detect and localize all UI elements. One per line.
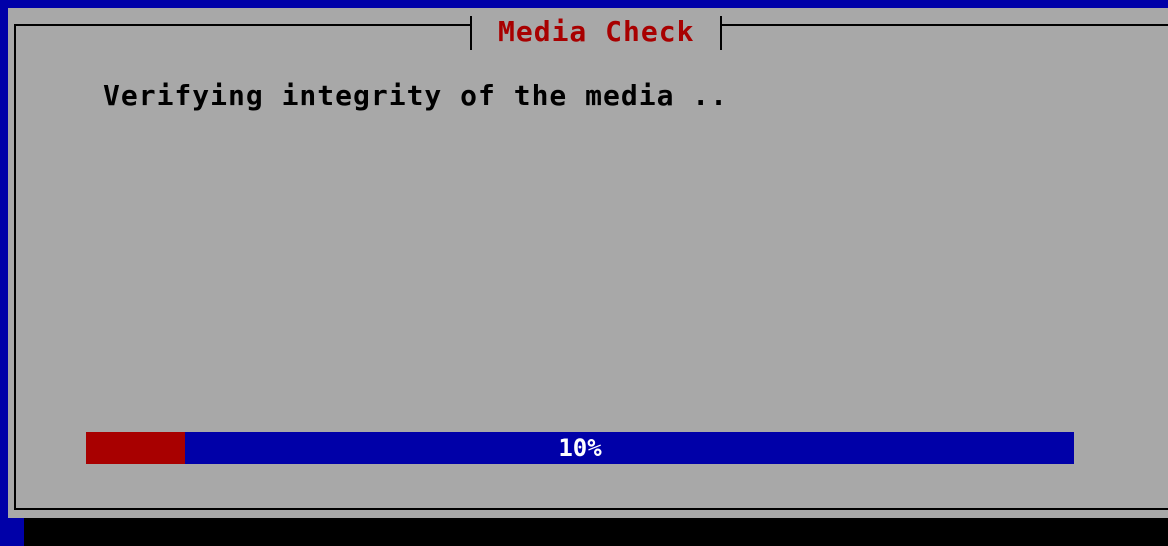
dialog-border-bottom [14, 508, 1168, 510]
progress-bar: 10% [86, 432, 1074, 464]
dialog-border-top-right [720, 24, 1168, 26]
progress-label: 10% [558, 434, 602, 462]
title-separator-left [470, 16, 472, 50]
dialog-border-left [14, 24, 16, 510]
media-check-dialog: Media Check Verifying integrity of the m… [8, 8, 1168, 518]
title-separator-right [720, 16, 722, 50]
status-message: Verifying integrity of the media .. [103, 79, 729, 112]
dialog-border-top-left [14, 24, 472, 26]
dialog-title: Media Check [498, 15, 695, 48]
dialog-shadow [24, 518, 1168, 546]
